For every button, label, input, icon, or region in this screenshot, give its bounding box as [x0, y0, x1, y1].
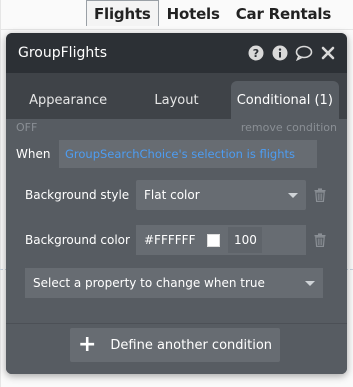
chevron-down-icon: [288, 192, 298, 198]
info-icon[interactable]: [271, 44, 289, 62]
tab-conditional[interactable]: Conditional (1): [230, 81, 339, 119]
page-tab-bar: Flights Hotels Car Rentals: [86, 0, 339, 28]
when-expression-field[interactable]: GroupSearchChoice's selection is flights: [59, 140, 317, 168]
dropdown-placeholder: Select a property to change when true: [33, 276, 265, 290]
tab-hotels[interactable]: Hotels: [159, 0, 228, 26]
background-style-dropdown[interactable]: Flat color: [136, 180, 306, 210]
opacity-input[interactable]: 100: [228, 227, 263, 253]
condition-status: OFF: [16, 120, 38, 134]
panel-title: GroupFlights: [18, 45, 107, 61]
tab-flights[interactable]: Flights: [86, 0, 159, 26]
svg-text:?: ?: [253, 47, 259, 60]
tab-appearance[interactable]: Appearance: [14, 81, 122, 119]
plus-icon: +: [77, 332, 97, 357]
property-label: Background color: [25, 233, 130, 247]
when-label: When: [16, 147, 51, 161]
divider: [6, 323, 347, 324]
tab-car-rentals[interactable]: Car Rentals: [228, 0, 339, 26]
canvas-guide-line: [0, 29, 353, 30]
panel-header[interactable]: GroupFlights ?: [6, 33, 347, 73]
define-another-condition-button[interactable]: + Define another condition: [70, 328, 280, 362]
property-row-background-color: Background color #FFFFFF 100: [25, 225, 327, 255]
define-button-label: Define another condition: [110, 337, 273, 353]
dropdown-value: Flat color: [144, 188, 200, 202]
panel-tabs: Appearance Layout Conditional (1): [6, 81, 347, 119]
property-editor-panel: GroupFlights ? Appearance Layout Conditi…: [6, 33, 347, 374]
property-label: Background style: [25, 188, 130, 202]
comment-icon[interactable]: [295, 44, 313, 62]
chevron-down-icon: [305, 280, 315, 286]
help-icon[interactable]: ?: [247, 44, 265, 62]
property-row-background-style: Background style Flat color: [25, 180, 327, 210]
trash-icon[interactable]: [313, 232, 327, 248]
add-property-dropdown[interactable]: Select a property to change when true: [25, 268, 323, 298]
remove-condition-link[interactable]: remove condition: [241, 121, 337, 134]
tab-layout[interactable]: Layout: [122, 81, 230, 119]
trash-icon[interactable]: [313, 187, 327, 203]
background-color-field[interactable]: #FFFFFF 100: [136, 225, 306, 255]
canvas-guide-line: [0, 0, 1, 387]
color-hex-value: #FFFFFF: [144, 233, 196, 247]
color-swatch[interactable]: [207, 233, 221, 247]
close-icon[interactable]: [319, 44, 337, 62]
